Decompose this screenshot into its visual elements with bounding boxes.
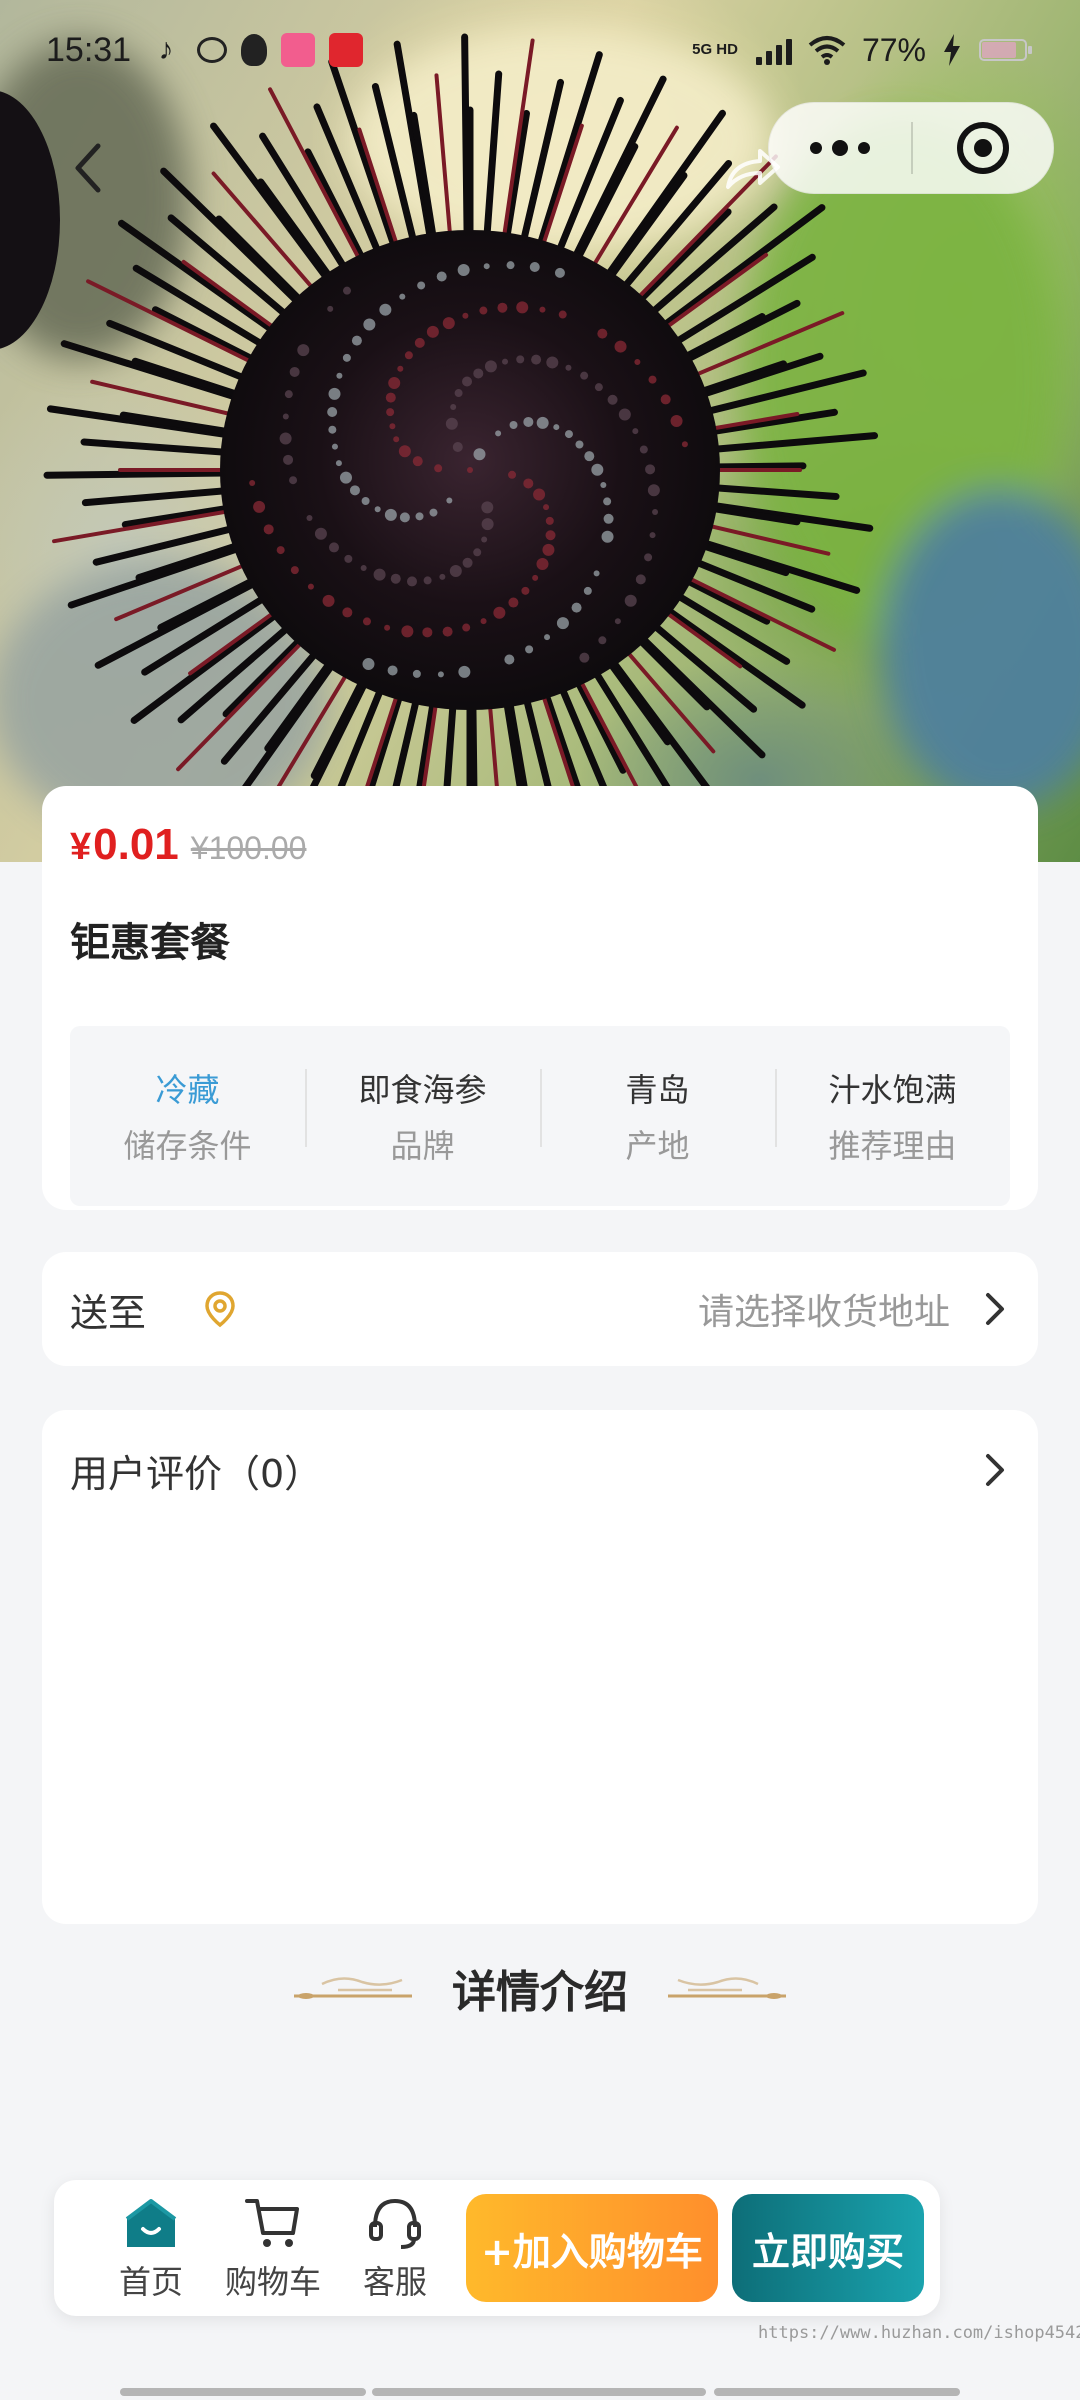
cloud-ornament-left-icon xyxy=(294,1977,412,1999)
bottom-action-bar: 首页 购物车 客服 +加入购物车 立即购买 xyxy=(54,2180,940,2316)
cloud-ornament-right-icon xyxy=(668,1977,786,1999)
more-dot xyxy=(810,142,822,154)
attribute-label: 品牌 xyxy=(390,1127,455,1165)
more-dot xyxy=(832,140,848,156)
attribute-brand: 即食海参 品牌 xyxy=(305,1065,540,1167)
status-right: 5G HD 77% xyxy=(692,32,1034,69)
status-bar: 15:31 ♪ 5G HD 77% xyxy=(0,0,1080,100)
headset-icon xyxy=(369,2198,421,2249)
home-icon xyxy=(125,2199,177,2247)
more-dot xyxy=(858,142,870,154)
address-placeholder: 请选择收货地址 xyxy=(697,1292,950,1333)
product-title: 钜惠套餐 xyxy=(70,920,230,966)
attribute-storage: 冷藏 储存条件 xyxy=(70,1065,305,1167)
attribute-origin: 青岛 产地 xyxy=(540,1065,775,1167)
tab-label: 首页 xyxy=(118,2263,183,2301)
attribute-value: 汁水饱满 xyxy=(828,1071,957,1109)
attribute-value: 青岛 xyxy=(625,1071,690,1109)
chevron-left-icon xyxy=(75,143,101,193)
attribute-reason: 汁水饱满 推荐理由 xyxy=(775,1065,1010,1167)
tab-label: 客服 xyxy=(362,2263,427,2301)
battery-icon xyxy=(979,39,1032,61)
charging-icon xyxy=(944,34,960,66)
signal-icon xyxy=(755,35,792,65)
bilibili-icon xyxy=(281,33,316,67)
location-pin-icon xyxy=(205,1291,235,1328)
tab-label: 购物车 xyxy=(224,2263,321,2301)
current-price: ¥0.01 xyxy=(70,820,179,869)
watermark-text: https://www.huzhan.com/ishop45428 xyxy=(758,2323,1080,2343)
chevron-right-icon xyxy=(986,1293,1004,1325)
price-row: ¥0.01 ¥100.00 xyxy=(70,820,1010,870)
attribute-panel: 冷藏 储存条件 即食海参 品牌 青岛 产地 汁水饱满 推荐理由 xyxy=(70,1026,1010,1206)
cart-icon xyxy=(245,2199,299,2247)
target-close-icon xyxy=(957,122,1009,174)
qq-icon xyxy=(241,34,268,66)
reviews-card: 用户评价（0） xyxy=(42,1410,1038,1924)
app-red-icon xyxy=(329,33,364,67)
reviews-header[interactable]: 用户评价（0） xyxy=(70,1410,1010,1530)
attribute-label: 产地 xyxy=(625,1127,690,1165)
status-time: 15:31 xyxy=(46,30,132,69)
attribute-value: 冷藏 xyxy=(155,1071,220,1109)
miniprogram-capsule xyxy=(768,102,1054,194)
buy-now-button[interactable]: 立即购买 xyxy=(732,2194,924,2302)
original-price: ¥100.00 xyxy=(190,830,307,866)
battery-percent: 77% xyxy=(861,31,926,68)
chevron-right-icon xyxy=(986,1454,1004,1486)
product-info-card: ¥0.01 ¥100.00 钜惠套餐 冷藏 储存条件 即食海参 品牌 青岛 产地… xyxy=(42,786,1038,1210)
detail-title: 详情介绍 xyxy=(452,1967,628,2018)
attribute-value: 即食海参 xyxy=(358,1071,487,1109)
more-button[interactable] xyxy=(769,103,911,193)
weibo-icon xyxy=(197,37,228,63)
back-button[interactable] xyxy=(62,135,112,201)
close-miniprogram-button[interactable] xyxy=(913,103,1053,193)
detail-section-header: 详情介绍 xyxy=(0,1950,1080,2026)
wifi-icon xyxy=(808,36,846,65)
reviews-title: 用户评价（0） xyxy=(70,1451,323,1496)
ship-to-label: 送至 xyxy=(70,1290,147,1335)
attribute-label: 储存条件 xyxy=(123,1127,252,1165)
network-type: 5G HD xyxy=(692,41,738,58)
tiktok-icon: ♪ xyxy=(158,33,174,66)
gesture-bar-segment xyxy=(372,2388,706,2396)
shipping-address-row[interactable]: 送至 请选择收货地址 xyxy=(42,1252,1038,1366)
attribute-label: 推荐理由 xyxy=(828,1127,957,1165)
gesture-bar-segment xyxy=(714,2388,960,2396)
gesture-bar-segment xyxy=(120,2388,366,2396)
tab-customer-service[interactable]: 客服 xyxy=(334,2193,456,2303)
tab-home[interactable]: 首页 xyxy=(90,2193,212,2303)
tab-cart[interactable]: 购物车 xyxy=(212,2193,334,2303)
add-to-cart-button[interactable]: +加入购物车 xyxy=(466,2194,718,2302)
